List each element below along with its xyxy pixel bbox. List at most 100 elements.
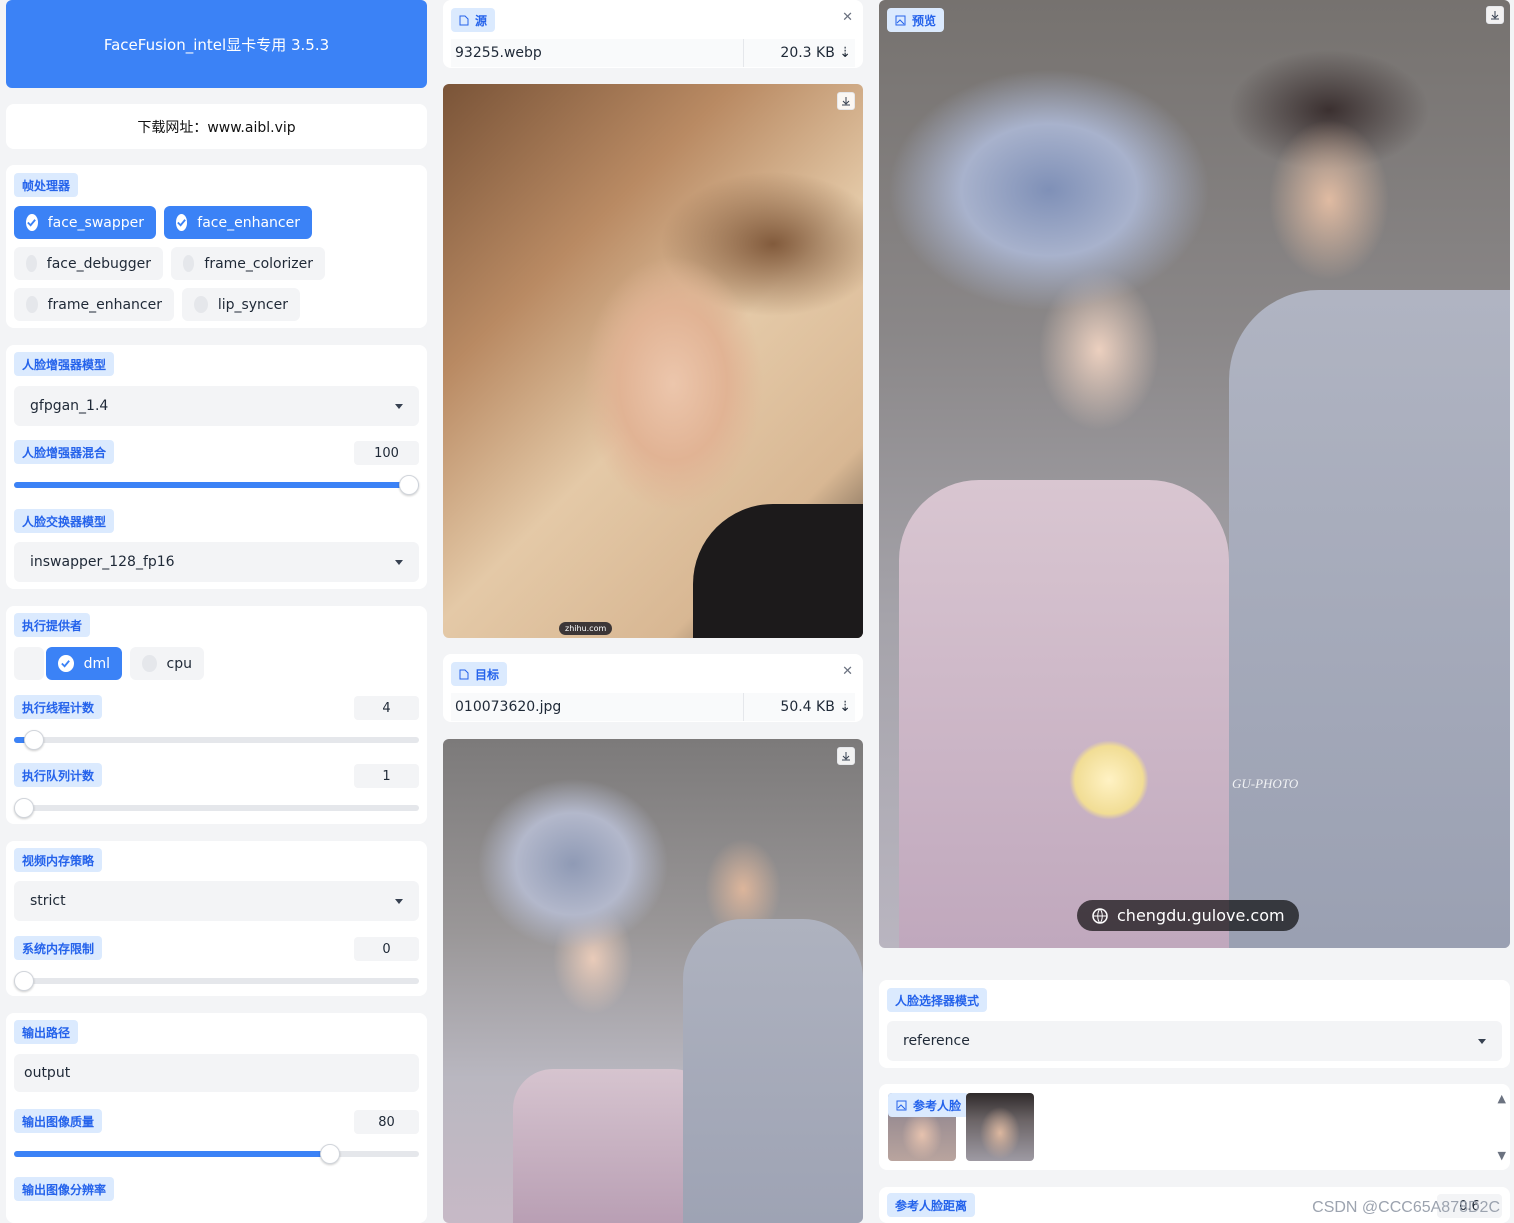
source-filename: 93255.webp (455, 45, 542, 61)
checkbox-lip-syncer[interactable]: lip_syncer (182, 288, 300, 321)
source-image-shoulder (693, 504, 863, 638)
output-resolution-label: 输出图像分辨率 (14, 1177, 115, 1201)
target-label-chip: 目标 (451, 662, 508, 686)
chevron-down-icon (1478, 1038, 1486, 1044)
memory-limit-label: 系统内存限制 (14, 936, 103, 960)
target-filename: 010073620.jpg (455, 699, 562, 715)
checkbox-face-swapper[interactable]: face_swapper (14, 206, 156, 239)
enhancer-model-label: 人脸增强器模型 (14, 352, 115, 376)
reference-face-label: 参考人脸 (913, 1098, 962, 1113)
enhancer-blend-number[interactable]: 100 (354, 441, 419, 465)
download-link[interactable]: 下载网址：www.aibl.vip (137, 117, 295, 137)
target-filesize: 50.4 KB ⇣ (743, 693, 851, 721)
checkbox-face-debugger[interactable]: face_debugger (14, 247, 163, 280)
chevron-down-icon (395, 559, 403, 565)
preview-watermark: chengdu.gulove.com (1077, 900, 1299, 931)
checkbox-label: face_debugger (46, 255, 151, 272)
download-icon[interactable] (1486, 6, 1504, 24)
preview-image-dress (899, 480, 1229, 948)
execution-panel: 执行提供者 dml cpu 执行线程计数 4 执行队列计数 1 (6, 606, 427, 824)
enhancer-model-dropdown[interactable]: gfpgan_1.4 (14, 386, 419, 426)
execution-provider-label: 执行提供者 (14, 613, 91, 637)
output-panel: 输出路径 output 输出图像质量 80 输出图像分辨率 (6, 1013, 427, 1223)
execution-threads-slider[interactable] (14, 730, 419, 750)
image-icon (896, 1100, 907, 1110)
slider-thumb[interactable] (14, 971, 34, 991)
image-icon (895, 15, 906, 25)
preview-label-chip: 预览 (887, 8, 945, 32)
preview-label: 预览 (912, 13, 937, 28)
checkbox-label: lip_syncer (217, 296, 288, 313)
close-icon[interactable]: ✕ (842, 664, 853, 679)
check-icon (176, 214, 188, 231)
provider-blank-slot (14, 647, 44, 680)
enhancer-panel: 人脸增强器模型 gfpgan_1.4 人脸增强器混合 100 人脸交换器模型 i… (6, 345, 427, 589)
checkbox-face-enhancer[interactable]: face_enhancer (164, 206, 312, 239)
checkbox-frame-enhancer[interactable]: frame_enhancer (14, 288, 174, 321)
target-file-row[interactable]: 010073620.jpg 50.4 KB ⇣ (451, 693, 855, 721)
execution-queue-number[interactable]: 1 (354, 764, 419, 788)
preview-image-suit (1229, 290, 1510, 948)
face-selector-label: 人脸选择器模式 (887, 988, 988, 1012)
checkbox-frame-colorizer[interactable]: frame_colorizer (171, 247, 325, 280)
source-file-panel: 源 ✕ 93255.webp 20.3 KB ⇣ (443, 0, 863, 68)
scroll-down-icon[interactable]: ▼ (1498, 1149, 1506, 1162)
target-file-panel: 目标 ✕ 010073620.jpg 50.4 KB ⇣ (443, 654, 863, 722)
output-path-input[interactable]: output (14, 1054, 419, 1092)
checkbox-label: face_enhancer (197, 214, 300, 231)
processors-panel: 帧处理器 face_swapper face_enhancer face_deb… (6, 165, 427, 328)
chevron-down-icon (395, 898, 403, 904)
unchecked-box-icon (26, 255, 37, 272)
processors-label: 帧处理器 (14, 173, 79, 197)
reference-face-thumb-groom[interactable] (966, 1093, 1034, 1161)
slider-thumb[interactable] (14, 798, 34, 818)
slider-thumb[interactable] (399, 475, 419, 495)
checkbox-label: frame_enhancer (47, 296, 162, 313)
source-label: 源 (475, 13, 488, 28)
preview-photo-mark: GU-PHOTO (1232, 776, 1299, 791)
download-icon[interactable] (837, 92, 855, 110)
enhancer-blend-slider[interactable] (14, 475, 419, 495)
checkbox-provider-cpu[interactable]: cpu (130, 647, 204, 680)
close-icon[interactable]: ✕ (842, 10, 853, 25)
target-label: 目标 (475, 667, 500, 682)
chevron-down-icon (395, 403, 403, 409)
target-image-suit (683, 919, 863, 1223)
source-image: zhihu.com (443, 84, 863, 638)
swapper-model-label: 人脸交换器模型 (14, 509, 115, 533)
dropdown-value: strict (30, 893, 66, 909)
unchecked-box-icon (26, 296, 38, 313)
reference-face-label-chip: 参考人脸 (888, 1093, 970, 1117)
download-link-box: 下载网址：www.aibl.vip (6, 104, 427, 149)
source-file-row[interactable]: 93255.webp 20.3 KB ⇣ (451, 39, 855, 67)
checkbox-provider-dml[interactable]: dml (46, 647, 122, 680)
unchecked-box-icon (142, 655, 157, 672)
face-selector-dropdown[interactable]: reference (887, 1021, 1502, 1061)
scroll-up-icon[interactable]: ▲ (1498, 1092, 1506, 1105)
swapper-model-dropdown[interactable]: inswapper_128_fp16 (14, 542, 419, 582)
slider-thumb[interactable] (320, 1144, 340, 1164)
app-title-button[interactable]: FaceFusion_intel显卡专用 3.5.3 (6, 0, 427, 88)
file-icon (459, 669, 469, 679)
execution-threads-label: 执行线程计数 (14, 695, 103, 719)
memory-strategy-dropdown[interactable]: strict (14, 881, 419, 921)
download-icon[interactable] (837, 747, 855, 765)
dropdown-value: inswapper_128_fp16 (30, 554, 175, 570)
reference-face-panel: 参考人脸 ▲ ▼ (879, 1084, 1510, 1170)
memory-limit-slider[interactable] (14, 971, 419, 991)
app-title: FaceFusion_intel显卡专用 3.5.3 (103, 35, 330, 54)
output-quality-number[interactable]: 80 (354, 1110, 419, 1134)
dropdown-value: gfpgan_1.4 (30, 398, 109, 414)
slider-thumb[interactable] (24, 730, 44, 750)
dropdown-value: reference (903, 1033, 970, 1049)
output-quality-slider[interactable] (14, 1144, 419, 1164)
unchecked-box-icon (194, 296, 208, 313)
file-icon (459, 15, 469, 25)
memory-panel: 视频内存策略 strict 系统内存限制 0 (6, 841, 427, 996)
output-path-label: 输出路径 (14, 1020, 79, 1044)
execution-queue-slider[interactable] (14, 798, 419, 818)
execution-threads-number[interactable]: 4 (354, 696, 419, 720)
footer-watermark: CSDN @CCC65A878D2C (1312, 1199, 1500, 1216)
source-label-chip: 源 (451, 8, 496, 32)
memory-limit-number[interactable]: 0 (354, 937, 419, 961)
